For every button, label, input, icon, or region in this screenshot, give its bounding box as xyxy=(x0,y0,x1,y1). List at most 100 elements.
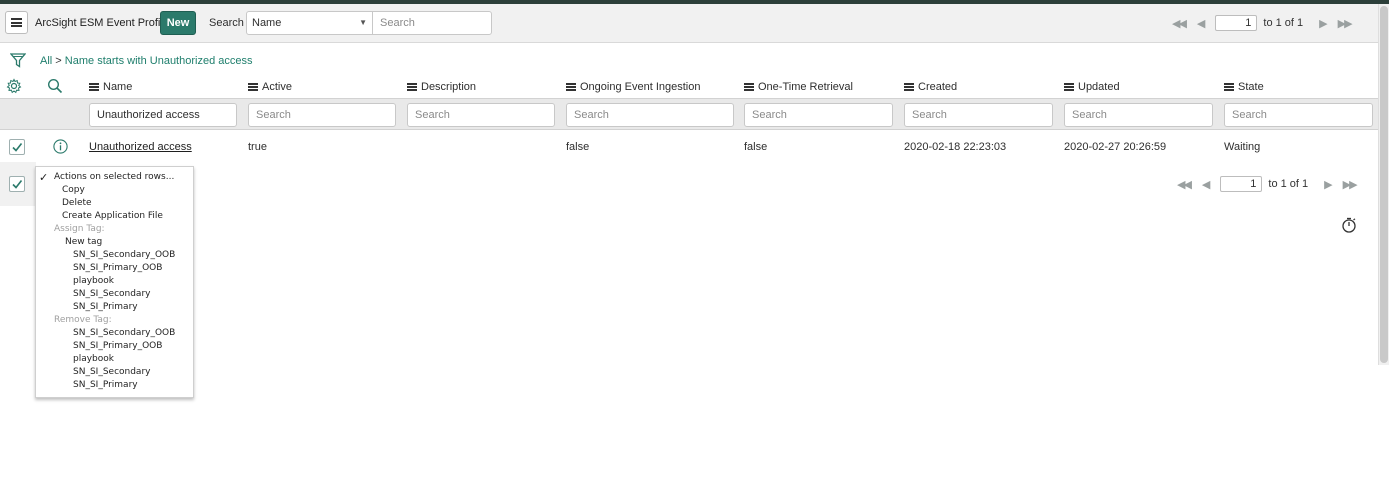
action-create-application-file[interactable]: Create Application File xyxy=(62,211,163,221)
list-menu-button[interactable] xyxy=(5,11,28,34)
column-menu-icon[interactable] xyxy=(1064,83,1074,91)
table-header: Name Active Description Ongoing Event In… xyxy=(0,75,1378,98)
column-header-name[interactable]: Name xyxy=(89,81,132,93)
search-field-value: Name xyxy=(252,17,282,29)
menu-icon xyxy=(11,18,22,27)
first-page-icon[interactable]: ◀◀ xyxy=(1177,178,1192,191)
column-search-description[interactable]: Search xyxy=(407,103,555,127)
column-label: Ongoing Event Ingestion xyxy=(580,81,701,93)
last-page-icon[interactable]: ▶▶ xyxy=(1343,178,1358,191)
column-label: Active xyxy=(262,81,292,93)
breadcrumb-all[interactable]: All xyxy=(40,55,52,67)
column-search-one-time-retrieval[interactable]: Search xyxy=(744,103,893,127)
column-label: Created xyxy=(918,81,958,93)
assign-tag-option[interactable]: SN_SI_Secondary_OOB xyxy=(73,250,175,260)
row-one-time-retrieval: false xyxy=(744,141,768,153)
search-icon[interactable] xyxy=(47,78,63,94)
table-row: Unauthorized access true false false 202… xyxy=(0,131,1378,162)
vertical-scrollbar[interactable] xyxy=(1378,4,1389,365)
assign-tag-option[interactable]: SN_SI_Primary xyxy=(73,302,138,312)
gear-icon[interactable] xyxy=(6,78,22,94)
breadcrumb-filter[interactable]: Name starts with Unauthorized access xyxy=(65,55,253,67)
filter-icon[interactable] xyxy=(10,52,26,68)
assign-tag-group-label: Assign Tag: xyxy=(54,224,105,234)
top-pager: ◀◀ ◀ 1 to 1 of 1 ▶ ▶▶ xyxy=(1172,15,1353,31)
page-number-input[interactable]: 1 xyxy=(1215,15,1258,31)
new-button[interactable]: New xyxy=(160,11,196,35)
remove-tag-option[interactable]: SN_SI_Secondary xyxy=(73,367,150,377)
search-label: Search xyxy=(209,17,244,29)
row-active: true xyxy=(248,141,267,153)
remove-tag-option[interactable]: SN_SI_Primary xyxy=(73,380,138,390)
timer-icon[interactable] xyxy=(1341,216,1357,234)
bottom-pager: ◀◀ ◀ 1 to 1 of 1 ▶ ▶▶ xyxy=(1177,176,1358,192)
last-page-icon[interactable]: ▶▶ xyxy=(1338,17,1353,30)
column-label: Updated xyxy=(1078,81,1120,93)
check-icon xyxy=(12,143,23,152)
search-field-select[interactable]: Name ▼ xyxy=(246,11,373,35)
assign-tag-option[interactable]: SN_SI_Primary_OOB xyxy=(73,263,162,273)
column-header-updated[interactable]: Updated xyxy=(1064,81,1120,93)
info-icon[interactable] xyxy=(53,139,68,154)
actions-dropdown[interactable]: ✓ Actions on selected rows... Copy Delet… xyxy=(35,166,194,398)
page-count-text: to 1 of 1 xyxy=(1268,178,1309,190)
column-menu-icon[interactable] xyxy=(566,83,576,91)
row-ongoing-event-ingestion: false xyxy=(566,141,590,153)
row-name-link[interactable]: Unauthorized access xyxy=(89,141,192,153)
scrollbar-thumb[interactable] xyxy=(1380,6,1388,363)
remove-tag-option[interactable]: SN_SI_Secondary_OOB xyxy=(73,328,175,338)
column-menu-icon[interactable] xyxy=(89,83,99,91)
prev-page-icon[interactable]: ◀ xyxy=(1197,17,1206,30)
column-search-name[interactable]: Unauthorized access xyxy=(89,103,237,127)
selected-check-icon: ✓ xyxy=(39,171,49,184)
column-header-one-time-retrieval[interactable]: One-Time Retrieval xyxy=(744,81,853,93)
column-menu-icon[interactable] xyxy=(744,83,754,91)
row-checkbox[interactable] xyxy=(9,139,25,155)
remove-tag-option[interactable]: SN_SI_Primary_OOB xyxy=(73,341,162,351)
dropdown-arrow-icon: ▼ xyxy=(359,18,367,27)
action-delete[interactable]: Delete xyxy=(62,198,92,208)
page-number-input[interactable]: 1 xyxy=(1220,176,1263,192)
check-icon xyxy=(12,180,23,189)
column-menu-icon[interactable] xyxy=(407,83,417,91)
assign-tag-option[interactable]: SN_SI_Secondary xyxy=(73,289,150,299)
remove-tag-group-label: Remove Tag: xyxy=(54,315,112,325)
select-all-checkbox[interactable] xyxy=(9,176,25,192)
column-header-ongoing-event-ingestion[interactable]: Ongoing Event Ingestion xyxy=(566,81,700,93)
first-page-icon[interactable]: ◀◀ xyxy=(1172,17,1187,30)
assign-tag-option[interactable]: playbook xyxy=(73,276,114,286)
list-title: ArcSight ESM Event Profiles xyxy=(35,17,175,29)
column-label: State xyxy=(1238,81,1264,93)
list-header: ArcSight ESM Event Profiles New Search N… xyxy=(0,4,1378,43)
column-label: Description xyxy=(421,81,477,93)
column-search-active[interactable]: Search xyxy=(248,103,396,127)
column-search-row: Unauthorized access Search Search Search… xyxy=(0,98,1378,130)
page-count-text: to 1 of 1 xyxy=(1263,17,1304,29)
column-label: One-Time Retrieval xyxy=(758,81,853,93)
column-header-state[interactable]: State xyxy=(1224,81,1264,93)
row-updated: 2020-02-27 20:26:59 xyxy=(1064,141,1167,153)
breadcrumb: All > Name starts with Unauthorized acce… xyxy=(40,55,252,67)
prev-page-icon[interactable]: ◀ xyxy=(1202,178,1211,191)
next-page-icon[interactable]: ▶ xyxy=(1324,178,1333,191)
column-search-state[interactable]: Search xyxy=(1224,103,1373,127)
column-header-created[interactable]: Created xyxy=(904,81,957,93)
column-menu-icon[interactable] xyxy=(904,83,914,91)
column-search-created[interactable]: Search xyxy=(904,103,1053,127)
next-page-icon[interactable]: ▶ xyxy=(1319,17,1328,30)
search-input[interactable]: Search xyxy=(372,11,492,35)
column-header-active[interactable]: Active xyxy=(248,81,292,93)
breadcrumb-separator: > xyxy=(55,55,62,67)
action-new-tag[interactable]: New tag xyxy=(65,237,102,247)
action-copy[interactable]: Copy xyxy=(62,185,85,195)
column-label: Name xyxy=(103,81,133,93)
row-created: 2020-02-18 22:23:03 xyxy=(904,141,1007,153)
column-search-ongoing-event-ingestion[interactable]: Search xyxy=(566,103,734,127)
column-search-updated[interactable]: Search xyxy=(1064,103,1213,127)
remove-tag-option[interactable]: playbook xyxy=(73,354,114,364)
column-header-description[interactable]: Description xyxy=(407,81,476,93)
column-menu-icon[interactable] xyxy=(1224,83,1234,91)
actions-header-option[interactable]: Actions on selected rows... xyxy=(54,172,174,182)
column-menu-icon[interactable] xyxy=(248,83,258,91)
filter-bar: All > Name starts with Unauthorized acce… xyxy=(0,43,1378,75)
